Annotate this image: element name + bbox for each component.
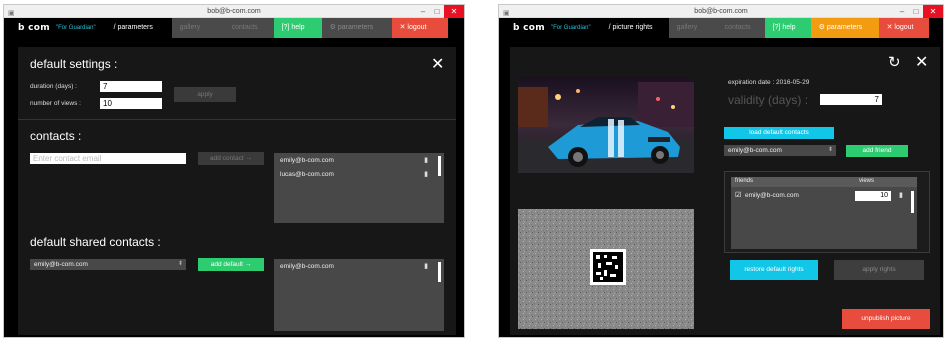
validity-input[interactable]: 7 [820,94,882,105]
friend-checkbox[interactable]: ☑ [735,191,741,199]
apply-rights-button[interactable]: apply rights [834,260,924,280]
window-title: bob@b-com.com [694,8,748,15]
title-bar: ▣ bob@b-com.com – □ ✕ [4,5,464,18]
restore-default-rights-button[interactable]: restore default rights [730,260,818,280]
tab-logout-label: logout [894,24,914,31]
shared-contact-select[interactable]: emily@b-com.com ⬍ [30,259,186,270]
add-default-button[interactable]: add default → [198,258,264,271]
tab-contacts[interactable]: contacts [716,18,765,38]
friend-select-value: emily@b-com.com [728,147,782,154]
friend-email: emily@b-com.com [745,192,799,199]
shared-contacts-title: default shared contacts : [30,235,161,249]
shared-contact-select-value: emily@b-com.com [34,261,88,268]
brand-subtitle: "For Guardian" [55,25,96,31]
title-bar: ▣ bob@b-com.com – □ ✕ [499,5,943,18]
gear-icon: ⚙ [818,24,827,31]
tab-parameters[interactable]: ⚙ parameters [810,18,879,38]
minimize-icon[interactable]: – [416,5,430,18]
tab-logout[interactable]: ✕ logout [391,18,448,38]
trash-icon[interactable]: ▮ [424,170,428,178]
tab-parameters[interactable]: ⚙ parameters [321,18,392,38]
trash-icon[interactable]: ▮ [424,156,428,164]
default-settings-title: default settings : [30,57,118,71]
divider [18,119,456,120]
apply-button[interactable]: apply [174,87,236,102]
tab-help[interactable]: [?] help [273,18,322,38]
contacts-title: contacts : [30,129,82,143]
settings-panel: ✕ default settings : duration (days) : 7… [18,47,456,335]
friend-select[interactable]: emily@b-com.com ⬍ [724,145,836,156]
friends-table-body: friends views ☑ emily@b-com.com 10 ▮ [731,177,917,249]
tab-parameters-label: parameters [337,24,374,31]
picture-preview [518,77,694,173]
list-item[interactable]: emily@b-com.com [280,263,334,270]
picture-rights-window: ▣ bob@b-com.com – □ ✕ b com "For Guardia… [498,4,944,338]
friends-column-header: friends [735,178,754,184]
breadcrumb: / parameters [113,24,153,31]
unpublish-picture-button[interactable]: unpublish picture [842,309,930,329]
window-controls: – □ ✕ [895,5,943,18]
parameters-window: ▣ bob@b-com.com – □ ✕ b com "For Guardia… [3,4,465,338]
duration-label: duration (days) : [30,83,77,90]
scrollbar[interactable] [438,262,441,282]
nav-bar: b com "For Guardian" / parameters galler… [4,18,464,38]
refresh-icon[interactable]: ↻ [888,55,901,71]
tab-gallery[interactable]: gallery [171,18,224,38]
tab-gallery[interactable]: gallery [668,18,717,38]
gear-icon: ⚙ [329,24,338,31]
add-friend-button[interactable]: add friend [846,145,908,157]
views-column-header: views [859,178,875,184]
noise-pattern [518,209,694,329]
brand-logo[interactable]: b com [4,23,56,33]
expiration-date: expiration date : 2016-05-29 [728,79,810,86]
nav-bar: b com "For Guardian" / picture rights ga… [499,18,943,38]
close-icon[interactable]: ✕ [915,55,928,71]
duration-input[interactable]: 7 [100,81,162,92]
list-item[interactable]: emily@b-com.com [280,157,334,164]
table-header: friends views [731,177,917,187]
list-item[interactable]: lucas@b-com.com [280,171,334,178]
close-icon[interactable]: ✕ [431,57,444,73]
maximize-icon[interactable]: □ [909,5,923,18]
close-window-icon[interactable]: ✕ [444,5,464,18]
trash-icon[interactable]: ▮ [424,262,428,270]
brand-logo[interactable]: b com [499,23,551,33]
chevron-updown-icon: ⬍ [827,147,833,153]
scrollbar[interactable] [438,156,441,176]
window-controls: – □ ✕ [416,5,464,18]
tab-contacts[interactable]: contacts [223,18,274,38]
tab-parameters-label: parameters [826,24,863,31]
views-label: number of views : [30,100,81,107]
encrypted-picture [518,209,694,329]
load-default-contacts-button[interactable]: load default contacts [724,127,834,139]
tab-logout-label: logout [407,24,427,31]
shared-contacts-list[interactable]: emily@b-com.com ▮ [274,259,444,331]
minimize-icon[interactable]: – [895,5,909,18]
friend-views-input[interactable]: 10 [855,191,891,201]
breadcrumb: / picture rights [608,24,653,31]
window-title: bob@b-com.com [207,8,261,15]
friends-table: friends views ☑ emily@b-com.com 10 ▮ [724,171,930,253]
maximize-icon[interactable]: □ [430,5,444,18]
table-row[interactable]: ☑ emily@b-com.com 10 ▮ [731,190,917,202]
scrollbar[interactable] [911,191,914,213]
trash-icon[interactable]: ▮ [899,191,903,199]
tab-help[interactable]: [?] help [764,18,811,38]
contacts-list[interactable]: emily@b-com.com ▮ lucas@b-com.com ▮ [274,153,444,223]
brand-subtitle: "For Guardian" [550,25,591,31]
contact-email-input[interactable]: Enter contact email [30,153,186,164]
close-window-icon[interactable]: ✕ [923,5,943,18]
tab-logout[interactable]: ✕ logout [878,18,929,38]
rights-panel: ↻ ✕ expiration date: 2016-05-29 validit… [510,47,940,335]
validity-label: validity (days) : [728,93,809,107]
add-contact-button[interactable]: add contact → [198,152,264,165]
views-input[interactable]: 10 [100,98,162,109]
chevron-updown-icon: ⬍ [177,261,183,267]
